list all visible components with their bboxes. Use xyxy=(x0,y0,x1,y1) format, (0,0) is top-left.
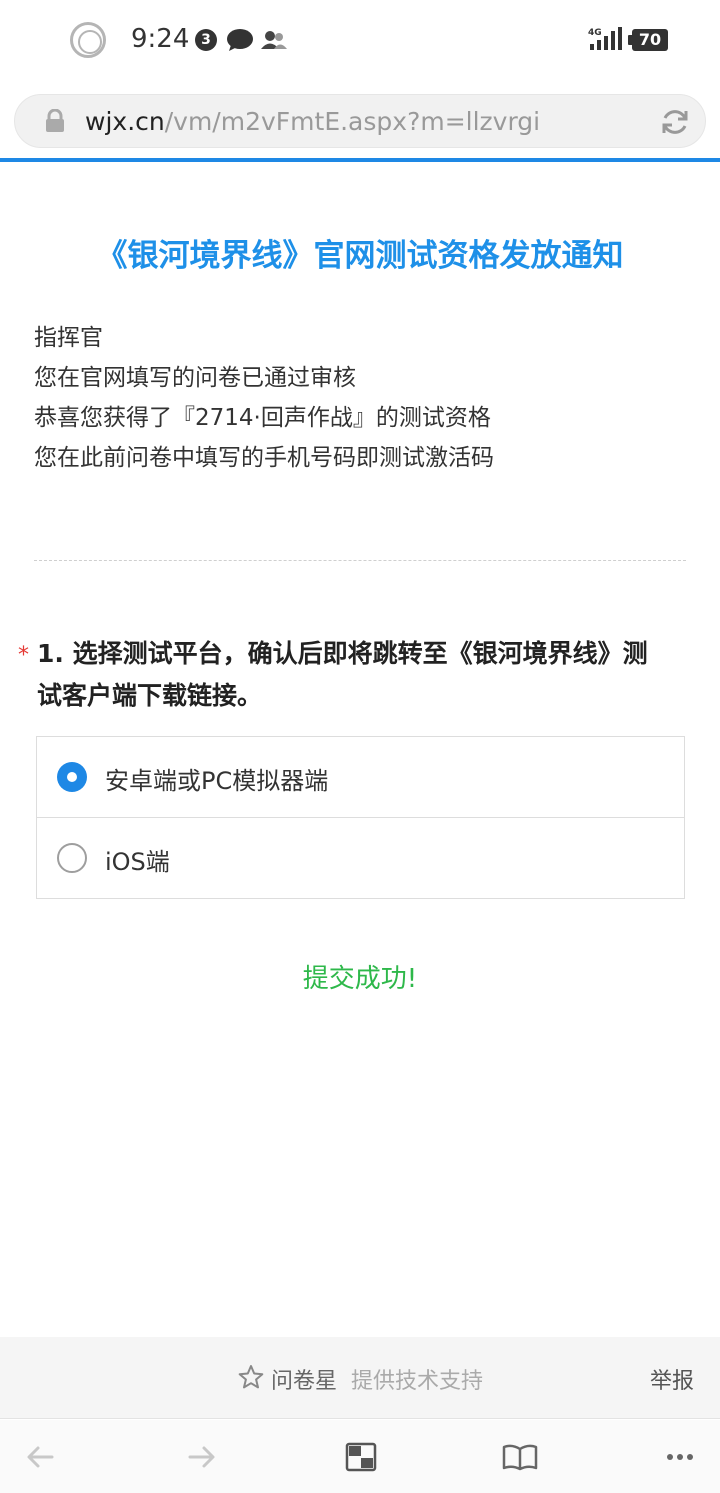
radio-button[interactable] xyxy=(57,843,87,873)
forward-arrow-icon[interactable] xyxy=(180,1442,220,1472)
radio-button-checked[interactable] xyxy=(57,762,87,792)
intro-text: 指挥官 您在官网填写的问卷已通过审核 恭喜您获得了『2714·回声作战』的测试资… xyxy=(34,318,494,478)
intro-line: 指挥官 xyxy=(34,325,103,351)
address-bar[interactable]: wjx.cn/vm/m2vFmtE.aspx?m=llzvrgi xyxy=(14,94,706,148)
notification-ring-icon xyxy=(70,22,106,58)
more-menu-icon[interactable] xyxy=(660,1442,700,1472)
intro-line: 您在官网填写的问卷已通过审核 xyxy=(34,365,356,391)
section-divider xyxy=(34,560,686,561)
url-domain: wjx.cn xyxy=(85,107,165,136)
url-text[interactable]: wjx.cn/vm/m2vFmtE.aspx?m=llzvrgi xyxy=(85,107,540,136)
browser-bottom-nav xyxy=(0,1420,720,1493)
intro-line: 您在此前问卷中填写的手机号码即测试激活码 xyxy=(34,445,494,471)
status-bar: 9:24 3 4G 70 xyxy=(0,0,720,80)
signal-4g-icon: 4G xyxy=(588,27,622,50)
radio-group: 安卓端或PC模拟器端 iOS端 xyxy=(36,736,685,899)
question-title: 1. 选择测试平台，确认后即将跳转至《银河境界线》测试客户端下载链接。 xyxy=(37,639,648,710)
battery-icon: 70 xyxy=(628,29,668,51)
option-label[interactable]: iOS端 xyxy=(105,842,170,877)
option-ios[interactable]: iOS端 xyxy=(37,818,684,898)
bookmarks-book-icon[interactable] xyxy=(500,1442,540,1472)
intro-line: 恭喜您获得了『2714·回声作战』的测试资格 xyxy=(34,405,491,431)
footer: 问卷星 提供技术支持 举报 xyxy=(0,1337,720,1419)
lock-icon xyxy=(46,109,64,132)
required-mark: * xyxy=(18,643,29,668)
url-path: /vm/m2vFmtE.aspx?m=llzvrgi xyxy=(164,107,541,136)
brand-link[interactable]: 问卷星 xyxy=(271,1363,337,1395)
option-android-pc[interactable]: 安卓端或PC模拟器端 xyxy=(37,737,684,818)
support-text: 提供技术支持 xyxy=(351,1369,484,1394)
reload-icon[interactable] xyxy=(659,106,691,138)
page-title: 《银河境界线》官网测试资格发放通知 xyxy=(96,238,624,274)
page-load-indicator xyxy=(0,158,720,162)
success-message: 提交成功! xyxy=(302,964,418,994)
contacts-icon xyxy=(261,31,287,49)
back-arrow-icon[interactable] xyxy=(22,1442,62,1472)
option-label[interactable]: 安卓端或PC模拟器端 xyxy=(105,761,328,796)
star-icon xyxy=(238,1365,264,1389)
network-type-label: 4G xyxy=(588,28,602,38)
status-time: 9:24 xyxy=(131,24,190,54)
notification-count-badge: 3 xyxy=(195,29,217,51)
report-link[interactable]: 举报 xyxy=(650,1363,694,1395)
chat-bubble-icon xyxy=(227,29,253,51)
tabs-icon[interactable] xyxy=(342,1442,382,1472)
